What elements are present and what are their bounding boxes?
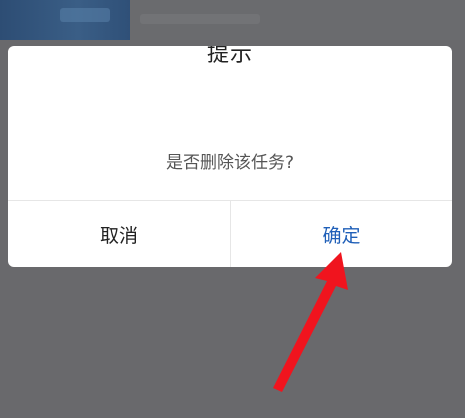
confirm-button[interactable]: 确定	[231, 201, 452, 267]
dialog-message: 是否删除该任务?	[165, 153, 295, 173]
cancel-button[interactable]: 取消	[8, 201, 230, 267]
background-faint-text	[140, 14, 260, 24]
confirm-dialog: 提示 是否删除该任务? 取消 确定	[8, 46, 452, 267]
dialog-title: 提示	[206, 46, 253, 67]
background-thumbnail	[0, 0, 130, 40]
